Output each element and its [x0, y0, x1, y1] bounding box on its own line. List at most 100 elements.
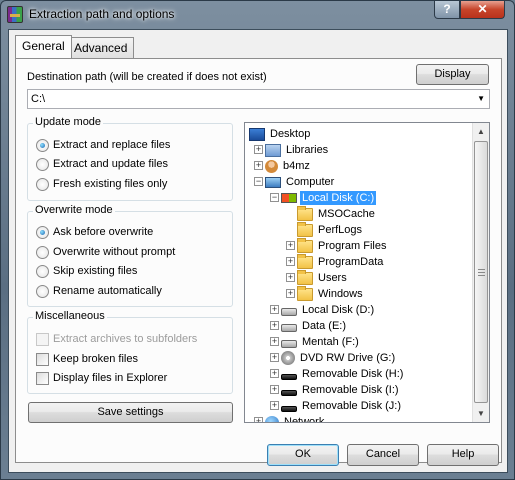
- tree-expander-icon[interactable]: +: [270, 353, 279, 362]
- tree-node[interactable]: Desktop: [249, 126, 312, 142]
- folder-icon: [297, 237, 313, 253]
- chevron-down-icon[interactable]: ▼: [477, 94, 485, 103]
- scroll-down-arrow-icon[interactable]: ▼: [473, 405, 489, 422]
- radio-button-icon[interactable]: [36, 245, 49, 259]
- tree-node-label: PerfLogs: [318, 224, 363, 236]
- tree-node-label: b4mz: [283, 160, 310, 172]
- dialog-window: Extraction path and options ? ✕ General …: [0, 0, 515, 480]
- title-help-button[interactable]: ?: [434, 1, 460, 19]
- radio-extract-replace[interactable]: Extract and replace files: [36, 137, 170, 153]
- tab-general[interactable]: General: [15, 35, 72, 58]
- close-button[interactable]: ✕: [460, 1, 505, 19]
- tree-expander-icon[interactable]: +: [254, 145, 263, 154]
- tree-expander-icon[interactable]: +: [286, 289, 295, 298]
- network-icon: [265, 415, 279, 422]
- ok-button[interactable]: OK: [267, 444, 339, 466]
- tree-node[interactable]: Mentah (F:): [281, 334, 361, 350]
- tree-expander-icon[interactable]: −: [270, 193, 279, 202]
- radio-skip-existing[interactable]: Skip existing files: [36, 263, 137, 279]
- checkbox-icon[interactable]: [36, 352, 49, 366]
- tree-node[interactable]: Removable Disk (H:): [281, 366, 405, 382]
- tree-node[interactable]: Network: [265, 414, 326, 423]
- tab-advanced[interactable]: Advanced: [67, 37, 135, 58]
- tree-expander-icon[interactable]: +: [270, 321, 279, 330]
- radio-extract-update[interactable]: Extract and update files: [36, 156, 168, 172]
- winrar-app-icon: [7, 6, 23, 23]
- miscellaneous-title: Miscellaneous: [33, 310, 107, 322]
- tree-node[interactable]: Program Files: [297, 237, 388, 254]
- radio-button-icon[interactable]: [36, 284, 49, 298]
- tree-node-label: Users: [318, 272, 347, 284]
- tree-vertical-scrollbar[interactable]: ▲ ▼: [472, 123, 489, 422]
- tree-node-label: Network: [284, 416, 325, 423]
- radio-button-icon[interactable]: [36, 138, 49, 152]
- drive-icon: [281, 340, 297, 348]
- radio-ask-before-overwrite[interactable]: Ask before overwrite: [36, 224, 153, 240]
- tree-expander-icon[interactable]: +: [270, 385, 279, 394]
- display-button[interactable]: Display: [416, 64, 489, 85]
- scroll-up-arrow-icon[interactable]: ▲: [473, 123, 489, 140]
- tree-expander-icon[interactable]: +: [270, 401, 279, 410]
- tree-node-label: Removable Disk (H:): [302, 368, 404, 380]
- checkbox-label: Keep broken files: [53, 353, 138, 365]
- tree-node[interactable]: Removable Disk (J:): [281, 398, 403, 414]
- tree-node-label: Program Files: [318, 240, 387, 252]
- tree-node[interactable]: ProgramData: [297, 253, 385, 270]
- folder-icon: [297, 269, 313, 285]
- tree-node[interactable]: PerfLogs: [297, 221, 364, 238]
- tree-node[interactable]: Local Disk (D:): [281, 302, 376, 318]
- checkbox-display-in-explorer[interactable]: Display files in Explorer: [36, 370, 167, 386]
- tree-node[interactable]: MSOCache: [297, 205, 377, 222]
- title-bar[interactable]: Extraction path and options ? ✕: [1, 1, 514, 29]
- tree-node[interactable]: b4mz: [265, 158, 312, 174]
- radio-label: Overwrite without prompt: [53, 246, 176, 258]
- tree-node-label: Libraries: [286, 144, 329, 156]
- update-mode-title: Update mode: [33, 116, 104, 128]
- radio-button-icon[interactable]: [36, 157, 49, 171]
- tree-node[interactable]: Computer: [265, 174, 336, 190]
- scrollbar-thumb[interactable]: [474, 141, 488, 403]
- tree-expander-icon[interactable]: +: [270, 369, 279, 378]
- tree-expander-icon[interactable]: +: [270, 337, 279, 346]
- system-drive-icon: [281, 193, 297, 203]
- destination-path-combobox[interactable]: C:\ ▼: [27, 89, 490, 109]
- radio-button-icon[interactable]: [36, 264, 49, 278]
- tree-node[interactable]: Libraries: [265, 142, 330, 158]
- radio-overwrite-without-prompt[interactable]: Overwrite without prompt: [36, 244, 175, 260]
- tree-expander-icon[interactable]: +: [254, 161, 263, 170]
- tree-expander-icon[interactable]: +: [270, 305, 279, 314]
- checkbox-icon: [36, 332, 49, 346]
- folder-icon: [297, 221, 313, 237]
- save-settings-button[interactable]: Save settings: [28, 402, 233, 423]
- tree-node-label: Removable Disk (I:): [302, 384, 399, 396]
- removable-drive-icon: [281, 405, 297, 412]
- tree-node[interactable]: Data (E:): [281, 318, 348, 334]
- radio-label: Rename automatically: [53, 285, 162, 297]
- radio-rename-automatically[interactable]: Rename automatically: [36, 283, 162, 299]
- tree-node[interactable]: Local Disk (C:): [281, 190, 377, 206]
- radio-fresh-existing[interactable]: Fresh existing files only: [36, 176, 167, 192]
- radio-button-icon[interactable]: [36, 225, 49, 239]
- tree-expander-icon[interactable]: +: [254, 417, 263, 422]
- tree-node[interactable]: Removable Disk (I:): [281, 382, 401, 398]
- tree-expander-icon[interactable]: +: [286, 241, 295, 250]
- help-button[interactable]: Help: [427, 444, 499, 466]
- tree-node[interactable]: Users: [297, 269, 349, 286]
- radio-button-icon[interactable]: [36, 177, 49, 191]
- tree-expander-icon[interactable]: −: [254, 177, 263, 186]
- checkbox-keep-broken-files[interactable]: Keep broken files: [36, 351, 138, 367]
- tree-node-label: Windows: [318, 288, 363, 300]
- tree-node-label: Local Disk (D:): [302, 304, 375, 316]
- dialog-client: General Advanced Destination path (will …: [8, 29, 508, 473]
- tree-expander-icon[interactable]: +: [286, 273, 295, 282]
- cancel-button[interactable]: Cancel: [347, 444, 419, 466]
- tree-expander-icon[interactable]: +: [286, 257, 295, 266]
- tree-node[interactable]: Windows: [297, 285, 365, 302]
- folder-tree[interactable]: Desktop + Libraries + b4mz − Computer − Local Di…: [244, 122, 490, 423]
- checkbox-label: Extract archives to subfolders: [53, 333, 198, 345]
- tree-node-label: Data (E:): [302, 320, 347, 332]
- tree-node[interactable]: DVD RW Drive (G:): [281, 350, 397, 366]
- checkbox-icon[interactable]: [36, 371, 49, 385]
- removable-drive-icon: [281, 389, 297, 396]
- desktop-icon: [249, 127, 265, 141]
